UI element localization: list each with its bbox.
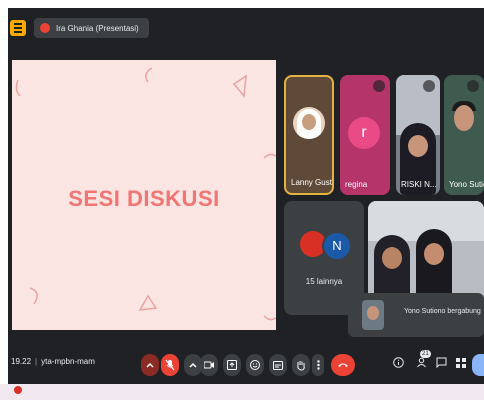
mic-button[interactable] <box>161 354 179 376</box>
meet-window: Ira Ghania (Presentasi) SESI DISKUSI Lan… <box>8 8 484 384</box>
others-count: 15 lainnya <box>305 277 343 286</box>
raise-hand-icon <box>296 360 306 371</box>
captions-icon <box>273 360 283 370</box>
more-icon <box>316 360 320 370</box>
menu-icon[interactable] <box>10 20 26 36</box>
camera-button[interactable] <box>200 354 218 376</box>
avatar <box>293 107 325 139</box>
participant-name: RISKI N... <box>401 180 437 189</box>
mic-off-icon <box>423 80 435 92</box>
bottom-strip <box>0 384 484 400</box>
slide-title: SESI DISKUSI <box>68 186 220 211</box>
raise-hand-button[interactable] <box>292 354 310 376</box>
chat-button[interactable] <box>434 357 448 371</box>
activities-button[interactable] <box>454 357 468 371</box>
chat-icon <box>436 355 447 373</box>
people-button[interactable] <box>414 357 428 371</box>
participant-tile-yono[interactable]: Yono Sutiono <box>444 75 484 195</box>
presenter-label: Ira Ghania (Presentasi) <box>56 23 139 33</box>
top-bar: Ira Ghania (Presentasi) <box>8 8 484 48</box>
chevron-up-icon <box>189 362 197 368</box>
meeting-info: 19.22 | yta-mpbn-mam <box>11 357 95 366</box>
meeting-code: yta-mpbn-mam <box>41 357 95 366</box>
participant-name: Lanny Gust... <box>291 178 334 187</box>
avatar: r <box>348 117 380 149</box>
avatar <box>362 300 384 330</box>
emoji-button[interactable] <box>246 354 264 376</box>
info-icon <box>392 355 404 373</box>
chevron-up-icon <box>146 362 154 368</box>
avatar: N <box>322 231 352 261</box>
participant-name: Yono Sutiono <box>449 180 484 189</box>
activities-icon <box>456 355 466 373</box>
present-button[interactable] <box>223 354 241 376</box>
meeting-details-button[interactable] <box>391 357 405 371</box>
participant-tile-regina[interactable]: r regina <box>340 75 390 195</box>
participant-tile-lanny[interactable]: Lanny Gust... <box>284 75 334 195</box>
join-notification: Yono Sutiono bergabung <box>348 293 484 337</box>
camera-icon <box>203 361 215 369</box>
mic-off-icon <box>165 359 175 371</box>
mic-off-icon <box>467 80 479 92</box>
record-dot-icon <box>14 386 22 394</box>
captions-button[interactable] <box>269 354 287 376</box>
presentation-slide: SESI DISKUSI <box>12 60 276 330</box>
participant-tile-riski[interactable]: RISKI N... <box>396 75 440 195</box>
more-options-button[interactable] <box>312 354 324 376</box>
presenter-chip[interactable]: Ira Ghania (Presentasi) <box>34 18 149 38</box>
notification-text: Yono Sutiono bergabung <box>404 308 481 315</box>
control-bar: 19.22 | yta-mpbn-mam 21 <box>8 344 484 384</box>
end-call-icon <box>337 362 349 368</box>
presenter-avatar <box>40 23 50 33</box>
mic-off-icon <box>373 80 385 92</box>
people-icon <box>416 355 427 373</box>
present-icon <box>227 360 237 370</box>
host-controls-button[interactable] <box>472 354 484 376</box>
meeting-time: 19.22 <box>11 357 32 366</box>
emoji-icon <box>250 360 260 370</box>
end-call-button[interactable] <box>331 354 355 376</box>
participant-name: regina <box>345 180 368 189</box>
audio-options-button[interactable] <box>141 354 159 376</box>
